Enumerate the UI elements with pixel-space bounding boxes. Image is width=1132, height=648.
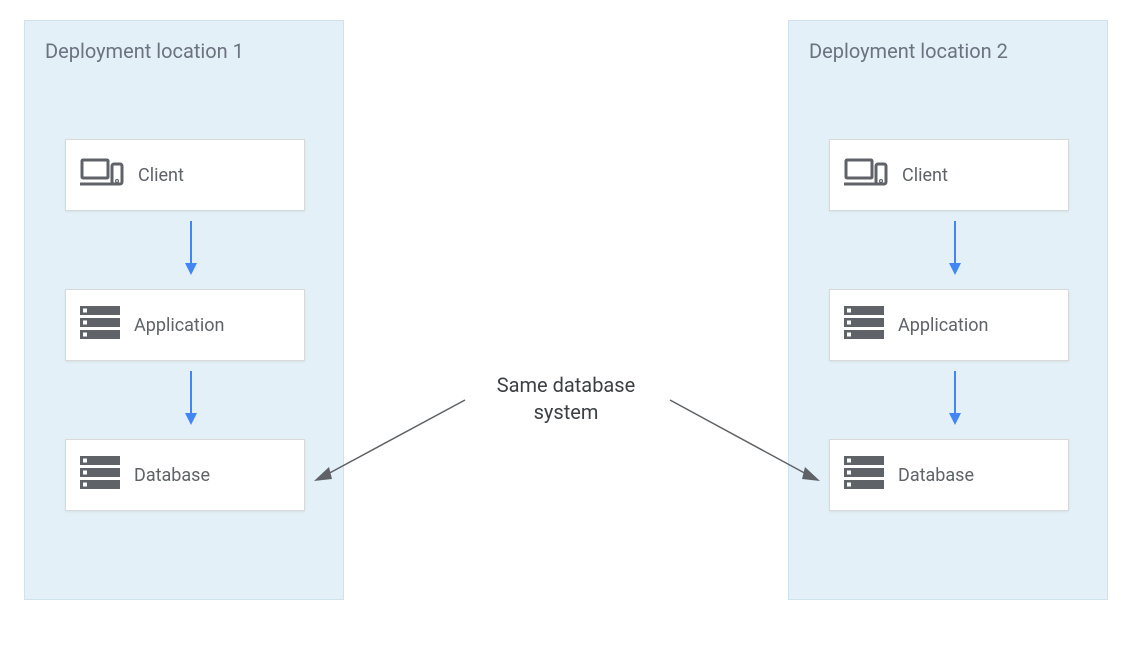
panel-title: Deployment location 2 (809, 39, 1087, 63)
application-node: Application (829, 289, 1069, 361)
application-node: Application (65, 289, 305, 361)
node-label: Client (138, 165, 184, 186)
arrow-down-icon (947, 371, 963, 425)
node-label: Application (898, 315, 988, 336)
client-icon (80, 158, 124, 192)
arrow-down-icon (183, 371, 199, 425)
database-node: Database (829, 439, 1069, 511)
arrow-down-icon (183, 221, 199, 275)
node-label: Client (902, 165, 948, 186)
server-icon (844, 306, 884, 344)
client-node: Client (65, 139, 305, 211)
deployment-location-2-panel: Deployment location 2 Client (788, 20, 1108, 600)
center-text-line2: system (534, 400, 599, 424)
server-icon (80, 456, 120, 494)
server-icon (844, 456, 884, 494)
panel-title: Deployment location 1 (45, 39, 323, 63)
arrow-down-icon (947, 221, 963, 275)
node-label: Database (134, 465, 210, 486)
center-text-line1: Same database (497, 373, 635, 397)
node-label: Database (898, 465, 974, 486)
client-node: Client (829, 139, 1069, 211)
server-icon (80, 306, 120, 344)
database-node: Database (65, 439, 305, 511)
deployment-location-1-panel: Deployment location 1 Client (24, 20, 344, 600)
node-label: Application (134, 315, 224, 336)
client-icon (844, 158, 888, 192)
